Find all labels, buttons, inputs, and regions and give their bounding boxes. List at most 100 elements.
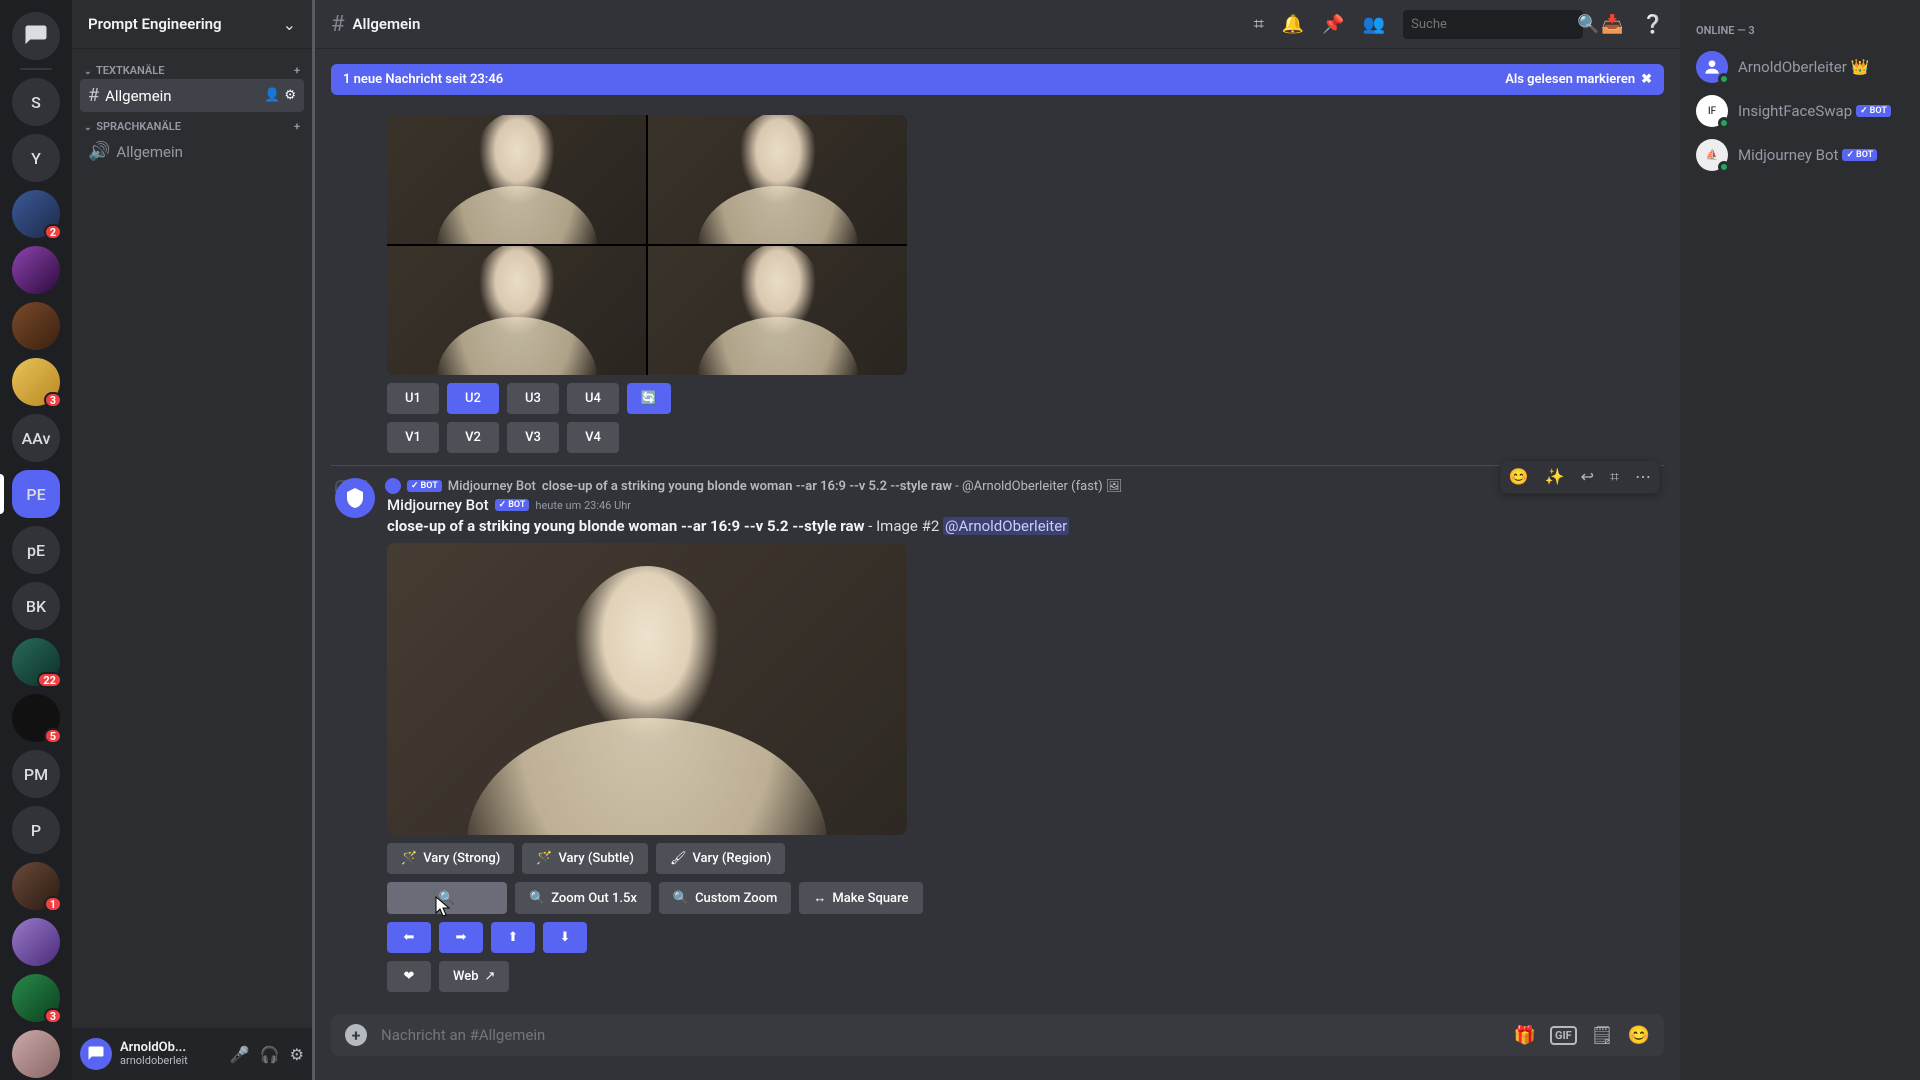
message-avatar[interactable] [335, 478, 375, 518]
message-author[interactable]: Midjourney Bot [387, 496, 489, 514]
inbox-icon[interactable]: 📥 [1601, 14, 1623, 35]
reply-avatar [385, 478, 401, 494]
server-icon[interactable]: 3 [12, 974, 60, 1022]
member-name: Midjourney Bot [1738, 146, 1838, 164]
favorite-button[interactable]: ❤ [387, 961, 431, 992]
server-icon[interactable]: P [12, 806, 60, 854]
members-icon[interactable]: 👥 [1363, 14, 1385, 35]
dm-home-icon[interactable] [12, 12, 60, 60]
channel-category[interactable]: ⌄ SPRACHKANÄLE + [80, 112, 304, 135]
message-input-box[interactable]: + 🎁 GIF 🗒 😊 [331, 1014, 1664, 1056]
message-area[interactable]: 1 neue Nachricht seit 23:46 Als gelesen … [315, 48, 1680, 1014]
username: ArnoldOb... [120, 1041, 222, 1055]
mic-muted-icon[interactable]: 🎤 [230, 1045, 250, 1064]
mention[interactable]: @ArnoldOberleiter [943, 517, 1069, 535]
server-icon[interactable]: PM [12, 750, 60, 798]
channel-title: Allgemein [353, 15, 1246, 33]
v3-button[interactable]: V3 [507, 422, 559, 453]
attach-button[interactable]: + [345, 1024, 367, 1046]
server-icon[interactable] [12, 302, 60, 350]
gif-icon[interactable]: GIF [1550, 1026, 1577, 1045]
image-grid[interactable] [387, 115, 907, 375]
pan-right-button[interactable]: ➡ [439, 922, 483, 953]
threads-icon[interactable]: ⌗ [1254, 14, 1264, 35]
super-react-icon[interactable]: ✨ [1537, 461, 1573, 493]
gift-icon[interactable]: 🎁 [1514, 1025, 1536, 1046]
gear-icon[interactable]: ⚙ [284, 88, 296, 103]
chevron-down-icon: ⌄ [283, 15, 296, 34]
channel-item-allgemein[interactable]: # Allgemein 👤⚙ [80, 79, 304, 112]
server-icon[interactable] [12, 246, 60, 294]
voice-channel-item[interactable]: 🔊 Allgemein [80, 135, 304, 168]
add-channel-icon[interactable]: + [294, 120, 300, 133]
channel-list: ⌄ TEXTKANÄLE + # Allgemein 👤⚙ ⌄ SPRACHKA… [72, 48, 312, 1028]
v2-button[interactable]: V2 [447, 422, 499, 453]
more-icon[interactable]: ⋯ [1627, 461, 1659, 493]
server-icon[interactable]: 22 [12, 638, 60, 686]
server-icon[interactable]: AAv [12, 414, 60, 462]
reply-icon[interactable]: ↩ [1573, 461, 1602, 493]
search-box[interactable]: 🔍 [1403, 10, 1583, 39]
make-square-button[interactable]: ↔Make Square [799, 882, 922, 914]
pan-down-button[interactable]: ⬇ [543, 922, 587, 953]
channel-category[interactable]: ⌄ TEXTKANÄLE + [80, 56, 304, 79]
member-item[interactable]: ArnoldOberleiter 👑 [1688, 45, 1912, 89]
invite-icon[interactable]: 👤 [264, 88, 280, 103]
thread-icon[interactable]: ⌗ [1602, 461, 1627, 493]
member-item[interactable]: IF InsightFaceSwap BOT [1688, 89, 1912, 133]
zoom-out-1-5x-button[interactable]: 🔍Zoom Out 1.5x [515, 882, 651, 914]
crown-icon: 👑 [1851, 58, 1870, 76]
upscaled-image[interactable] [387, 543, 907, 835]
mark-read-button[interactable]: Als gelesen markieren ✖ [1505, 72, 1652, 87]
channel-label: Allgemein [105, 87, 172, 105]
message: 😊 ✨ ↩ ⌗ ⋯ BOT Midjourney Bot close-up of… [315, 474, 1680, 996]
vary-subtle-button[interactable]: 🪄Vary (Subtle) [522, 843, 648, 874]
u2-button[interactable]: U2 [447, 383, 499, 414]
vary-strong-button[interactable]: 🪄Vary (Strong) [387, 843, 514, 874]
user-avatar[interactable] [80, 1038, 112, 1070]
reroll-button[interactable]: 🔄 [627, 383, 671, 414]
unread-bar[interactable]: 1 neue Nachricht seit 23:46 Als gelesen … [331, 64, 1664, 95]
reply-text: close-up of a striking young blonde woma… [542, 479, 1123, 494]
reply-reference[interactable]: BOT Midjourney Bot close-up of a strikin… [387, 478, 1664, 494]
server-icon[interactable] [12, 918, 60, 966]
custom-zoom-button[interactable]: 🔍Custom Zoom [659, 882, 792, 914]
search-icon: 🔍 [1577, 14, 1599, 35]
vary-region-button[interactable]: 🖌Vary (Region) [656, 843, 785, 874]
web-button[interactable]: Web ↗ [439, 961, 509, 992]
u3-button[interactable]: U3 [507, 383, 559, 414]
search-input[interactable] [1411, 17, 1577, 32]
user-name-block[interactable]: ArnoldOb... arnoldoberleit [120, 1041, 222, 1067]
pin-icon[interactable]: 📌 [1322, 14, 1344, 35]
bell-icon[interactable]: 🔔 [1282, 14, 1304, 35]
emoji-icon[interactable]: 😊 [1628, 1025, 1650, 1046]
react-icon[interactable]: 😊 [1501, 461, 1537, 493]
v4-button[interactable]: V4 [567, 422, 619, 453]
button-row-extra: ❤ Web ↗ [387, 961, 1664, 992]
settings-icon[interactable]: ⚙ [290, 1045, 304, 1064]
help-icon[interactable]: ❔ [1642, 14, 1664, 35]
sticker-icon[interactable]: 🗒 [1591, 1025, 1614, 1046]
server-icon[interactable]: pE [12, 526, 60, 574]
v1-button[interactable]: V1 [387, 422, 439, 453]
headphones-icon[interactable]: 🎧 [260, 1045, 280, 1064]
u4-button[interactable]: U4 [567, 383, 619, 414]
add-channel-icon[interactable]: + [294, 64, 300, 77]
server-icon[interactable]: Y [12, 134, 60, 182]
server-icon[interactable]: 2 [12, 190, 60, 238]
server-header[interactable]: Prompt Engineering ⌄ [72, 0, 312, 48]
server-icon-active[interactable]: PE [12, 470, 60, 518]
u1-button[interactable]: U1 [387, 383, 439, 414]
members-heading: ONLINE — 3 [1688, 16, 1912, 45]
zoom-out-2x-button[interactable]: 🔍 [387, 882, 507, 914]
pan-up-button[interactable]: ⬆ [491, 922, 535, 953]
server-icon[interactable]: 3 [12, 358, 60, 406]
pan-left-button[interactable]: ⬅ [387, 922, 431, 953]
server-icon[interactable]: S [12, 78, 60, 126]
server-icon[interactable]: 1 [12, 862, 60, 910]
member-item[interactable]: ⛵ Midjourney Bot BOT [1688, 133, 1912, 177]
server-icon[interactable] [12, 1030, 60, 1078]
server-icon[interactable]: BK [12, 582, 60, 630]
message-input[interactable] [381, 1026, 1500, 1044]
server-icon[interactable]: 5 [12, 694, 60, 742]
